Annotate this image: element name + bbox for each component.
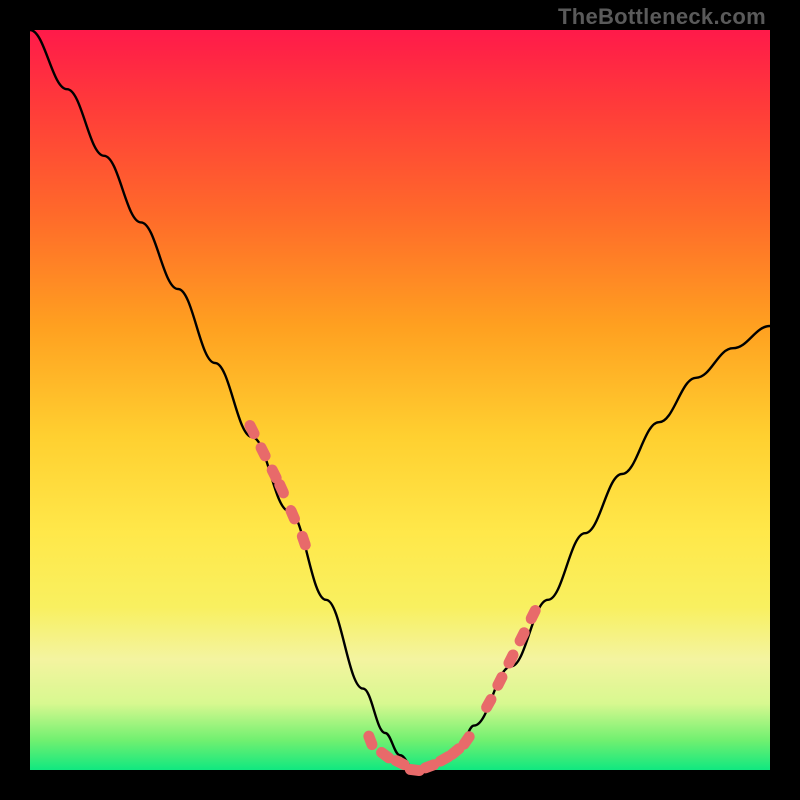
marker-point — [362, 729, 379, 752]
marker-point — [479, 692, 498, 715]
marker-point — [491, 670, 510, 693]
bottleneck-curve — [30, 30, 770, 770]
marker-point — [254, 440, 273, 463]
chart-frame: TheBottleneck.com — [0, 0, 800, 800]
marker-group — [243, 418, 543, 776]
marker-point — [295, 529, 312, 551]
marker-point — [243, 418, 262, 441]
chart-svg — [30, 30, 770, 770]
marker-point — [502, 648, 521, 671]
plot-area — [30, 30, 770, 770]
watermark-text: TheBottleneck.com — [558, 4, 766, 30]
